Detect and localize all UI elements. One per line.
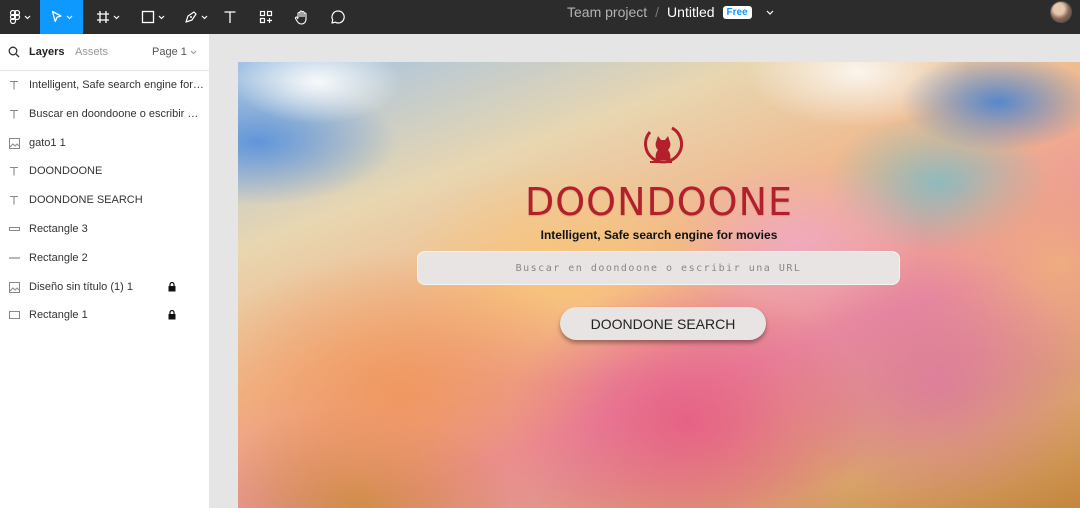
- layer-row[interactable]: Diseño sin título (1) 1: [0, 273, 209, 301]
- top-toolbar: Team project / Untitled Free: [0, 0, 1080, 34]
- team-name-link[interactable]: Team project: [567, 4, 647, 20]
- layer-label: Intelligent, Safe search engine for movi…: [29, 79, 204, 91]
- chevron-down-icon: [66, 15, 72, 19]
- panel-header: Layers Assets Page 1: [0, 34, 209, 71]
- chevron-down-icon[interactable]: [766, 10, 774, 15]
- text-layer-icon: [8, 79, 20, 91]
- layer-label: DOONDOONE: [29, 165, 103, 177]
- rectangle-layer-icon: [8, 223, 20, 235]
- rectangle-layer-icon: [8, 309, 20, 321]
- layer-label: Rectangle 1: [29, 309, 88, 321]
- hand-tool-button[interactable]: [290, 0, 314, 34]
- lock-icon[interactable]: [168, 310, 176, 320]
- cursor-arrow-icon: [51, 10, 62, 23]
- layer-label: DOONDONE SEARCH: [29, 194, 143, 206]
- layer-label: Buscar en doondoone o escribir una URL: [29, 108, 204, 120]
- layer-row[interactable]: Rectangle 1: [0, 301, 209, 329]
- tagline[interactable]: Intelligent, Safe search engine for movi…: [238, 228, 1080, 242]
- layer-label: Rectangle 2: [29, 252, 88, 264]
- layer-row[interactable]: DOONDOONE: [0, 157, 209, 185]
- layer-row[interactable]: Rectangle 3: [0, 215, 209, 243]
- layer-row[interactable]: Buscar en doondoone o escribir una URL: [0, 100, 209, 128]
- resources-tool-button[interactable]: [254, 0, 278, 34]
- design-frame[interactable]: DOONDOONE Intelligent, Safe search engin…: [238, 62, 1080, 508]
- shape-tool-button[interactable]: [133, 0, 173, 34]
- hand-icon: [294, 10, 307, 25]
- comment-tool-button[interactable]: [326, 0, 350, 34]
- line-layer-icon: [8, 252, 20, 264]
- figma-logo-icon: [9, 10, 21, 24]
- layer-row[interactable]: Rectangle 2: [0, 244, 209, 272]
- layer-label: gato1 1: [29, 137, 66, 149]
- file-name[interactable]: Untitled: [667, 4, 714, 20]
- main-menu-button[interactable]: [0, 0, 40, 34]
- page-label: Page 1: [152, 46, 187, 58]
- cat-logo-icon[interactable]: [636, 120, 686, 170]
- chevron-down-icon: [190, 50, 197, 55]
- rectangle-icon: [141, 10, 155, 24]
- comment-bubble-icon: [331, 10, 345, 24]
- text-layer-icon: [8, 165, 20, 177]
- layer-label: Diseño sin título (1) 1: [29, 281, 133, 293]
- image-layer-icon: [8, 137, 20, 149]
- tab-assets[interactable]: Assets: [75, 46, 108, 58]
- text-layer-icon: [8, 194, 20, 206]
- file-title-group: Team project / Untitled Free: [567, 0, 774, 24]
- page-selector[interactable]: Page 1: [152, 46, 197, 58]
- tab-layers[interactable]: Layers: [29, 46, 64, 58]
- chevron-down-icon: [201, 15, 208, 19]
- layer-row[interactable]: gato1 1: [0, 129, 209, 157]
- search-input[interactable]: Buscar en doondoone o escribir una URL: [417, 251, 900, 285]
- components-grid-icon: [259, 10, 273, 24]
- chevron-down-icon: [24, 15, 31, 19]
- layer-row[interactable]: Intelligent, Safe search engine for movi…: [0, 71, 209, 99]
- chevron-down-icon: [158, 15, 165, 19]
- user-avatar[interactable]: [1050, 1, 1072, 23]
- lock-icon[interactable]: [168, 282, 176, 292]
- search-button[interactable]: DOONDONE SEARCH: [560, 307, 766, 340]
- design-canvas[interactable]: DOONDOONE Intelligent, Safe search engin…: [210, 34, 1080, 508]
- text-tool-button[interactable]: [218, 0, 242, 34]
- chevron-down-icon: [113, 15, 120, 19]
- search-icon[interactable]: [8, 46, 20, 58]
- move-tool-button[interactable]: [40, 0, 83, 34]
- frame-tool-button[interactable]: [88, 0, 128, 34]
- pen-icon: [185, 11, 197, 23]
- text-layer-icon: [8, 108, 20, 120]
- layer-label: Rectangle 3: [29, 223, 88, 235]
- breadcrumb-separator: /: [655, 4, 660, 20]
- layer-row[interactable]: DOONDONE SEARCH: [0, 186, 209, 214]
- frame-hash-icon: [97, 11, 109, 23]
- brand-title[interactable]: DOONDOONE: [238, 180, 1080, 224]
- layers-panel: Layers Assets Page 1 Intelligent, Safe s…: [0, 34, 210, 508]
- plan-badge: Free: [722, 5, 752, 19]
- text-t-icon: [224, 11, 236, 23]
- pen-tool-button[interactable]: [176, 0, 216, 34]
- image-layer-icon: [8, 281, 20, 293]
